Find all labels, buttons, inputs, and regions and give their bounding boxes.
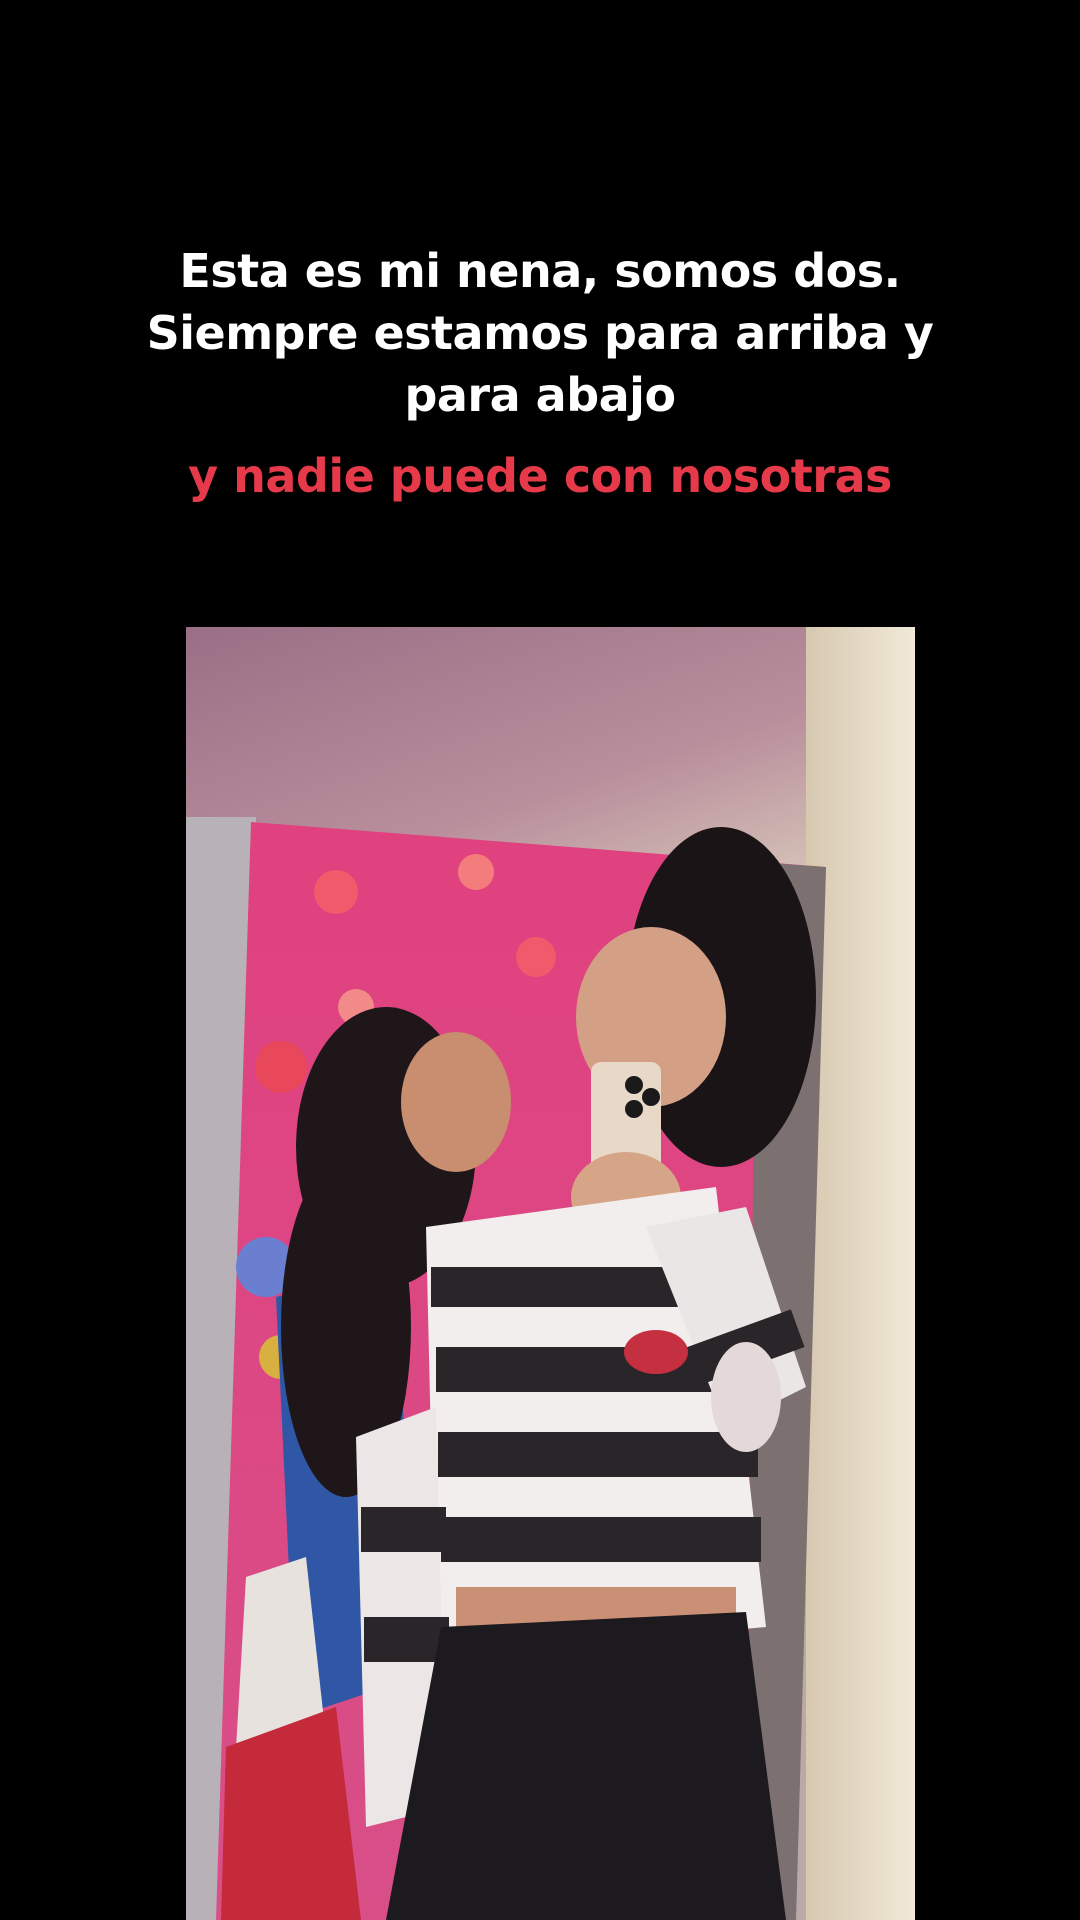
caption-line: Esta es mi nena, somos dos.: [179, 244, 901, 298]
caption-accent-text: y nadie puede con nosotras: [188, 449, 892, 503]
caption-text: Esta es mi nena, somos dos. Siempre esta…: [0, 240, 1080, 426]
caption-line: para abajo: [404, 368, 676, 422]
caption-line: Siempre estamos para arriba y: [146, 306, 934, 360]
photo-illustration: [186, 627, 915, 1920]
video-frame-photo[interactable]: [186, 627, 915, 1920]
